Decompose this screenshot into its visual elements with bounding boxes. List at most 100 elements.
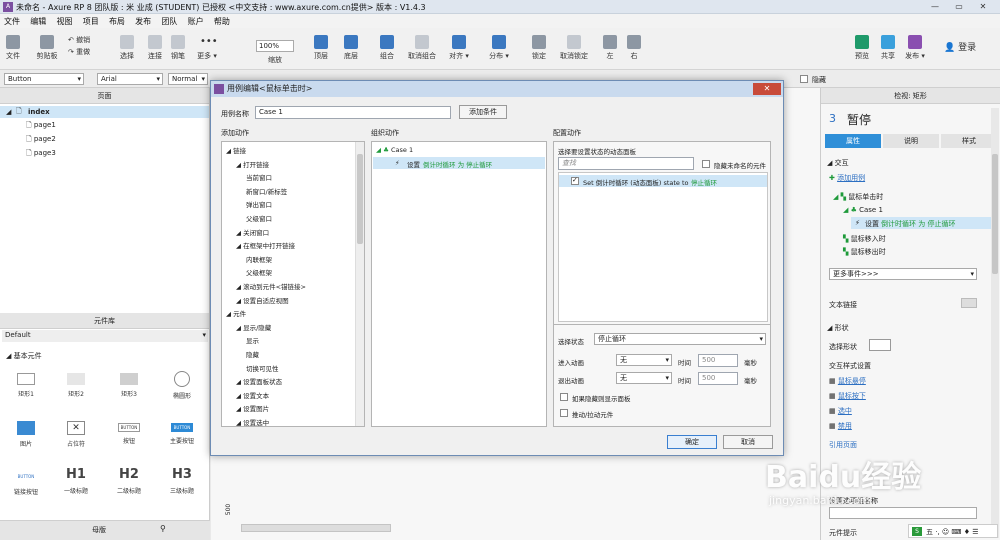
widget-image[interactable]: 图片 xyxy=(2,421,50,448)
widget-rect2[interactable]: 矩形2 xyxy=(52,373,100,398)
page-row-page2[interactable]: 🗋 page2 xyxy=(26,135,56,146)
event-click[interactable]: ◢ ▚ 鼠标单击时 xyxy=(833,192,883,202)
action-tree-item[interactable]: 当前窗口 xyxy=(246,172,272,182)
tab-properties[interactable]: 属性 xyxy=(825,134,881,148)
menu-publish[interactable]: 发布 xyxy=(131,14,155,27)
unlock-button[interactable]: 取消锁定 xyxy=(554,35,594,61)
action-tree-item[interactable]: 内联框架 xyxy=(246,254,272,264)
action-tree-item[interactable]: 新窗口/新标签 xyxy=(246,186,287,196)
align-button[interactable]: 对齐 ▾ xyxy=(444,35,474,61)
action-tree-item[interactable]: ◢ 设置选中 xyxy=(236,417,269,426)
action-tree-item[interactable]: ◢ 设置图片 xyxy=(236,403,269,413)
widget-link-button[interactable]: BUTTON 链接按钮 xyxy=(2,471,50,496)
action-tree-item[interactable]: 显示 xyxy=(246,335,259,345)
push-pull-checkbox[interactable] xyxy=(560,409,568,417)
pen-tool-button[interactable]: 钢笔 xyxy=(166,35,190,61)
close-window-button[interactable]: ✕ xyxy=(974,1,992,12)
menu-layout[interactable]: 布局 xyxy=(105,14,129,27)
library-select[interactable]: Default xyxy=(2,330,208,342)
menu-help[interactable]: 帮助 xyxy=(210,14,234,27)
menu-edit[interactable]: 编辑 xyxy=(26,14,50,27)
disabled-style-link[interactable]: ▦ 禁用 xyxy=(829,421,852,431)
dialog-close-button[interactable]: ✕ xyxy=(753,83,781,95)
action-tree-item[interactable]: 父级窗口 xyxy=(246,213,272,223)
widget-h1[interactable]: H1 一级标题 xyxy=(52,467,100,495)
menu-account[interactable]: 账户 xyxy=(184,14,208,27)
clipboard-button[interactable]: 剪贴板 xyxy=(30,35,64,61)
action-tree-item[interactable]: 父级框架 xyxy=(246,267,272,277)
hide-checkbox[interactable] xyxy=(800,75,808,83)
cancel-button[interactable]: 取消 xyxy=(723,435,773,449)
font-style-select[interactable]: Normal xyxy=(168,73,208,85)
preview-button[interactable]: 预览 xyxy=(850,35,874,61)
shape-picker[interactable] xyxy=(869,339,891,351)
widget-rect1[interactable]: 矩形1 xyxy=(2,373,50,398)
case-item[interactable]: ◢ ♣ Case 1 xyxy=(843,206,883,214)
show-if-hidden-checkbox[interactable] xyxy=(560,393,568,401)
action-tree-item[interactable]: ◢ 显示/隐藏 xyxy=(236,322,271,332)
group-button[interactable]: 组合 xyxy=(374,35,400,61)
send-to-bottom-button[interactable]: 底层 xyxy=(338,35,364,61)
reference-page-label[interactable]: 引用页面 xyxy=(829,440,857,450)
action-tree-item[interactable]: ◢ 在框架中打开链接 xyxy=(236,240,295,250)
organize-case-item[interactable]: ◢ ♣ Case 1 xyxy=(376,146,413,154)
panel-search-input[interactable]: 查找 xyxy=(558,157,694,170)
action-tree-item[interactable]: ◢ 滚动到元件<锚链接> xyxy=(236,281,306,291)
page-row-page3[interactable]: 🗋 page3 xyxy=(26,149,56,160)
page-row-index[interactable]: ◢ 🗋 index xyxy=(0,106,209,118)
action-tree-item[interactable]: ◢ 链接 xyxy=(226,145,246,155)
action-tree-item[interactable]: ◢ 关闭窗口 xyxy=(236,227,269,237)
widget-h3[interactable]: H3 三级标题 xyxy=(158,467,206,495)
tab-style[interactable]: 样式 xyxy=(941,134,997,148)
menu-team[interactable]: 团队 xyxy=(157,14,181,27)
hide-unnamed-checkbox[interactable] xyxy=(702,160,710,168)
action-tree-item[interactable]: ◢ 设置自适应视图 xyxy=(236,295,289,305)
redo-button[interactable]: ↷ 重做 xyxy=(68,47,100,57)
action-list-scrollbar[interactable] xyxy=(355,142,364,426)
panel-row[interactable]: Set 倒计时循环 (动态面板) state to 停止循环 xyxy=(559,175,767,187)
widget-type-select[interactable]: Button xyxy=(4,73,84,85)
action-tree-item[interactable]: ◢ 设置面板状态 xyxy=(236,376,282,386)
exit-anim-select[interactable]: 无 xyxy=(616,372,672,384)
page-row-page1[interactable]: 🗋 page1 xyxy=(26,121,56,132)
restore-button[interactable]: ▭ xyxy=(950,1,968,12)
menu-view[interactable]: 视图 xyxy=(52,14,76,27)
widget-button[interactable]: BUTTON 按钮 xyxy=(105,423,153,445)
widget-h2[interactable]: H2 二级标题 xyxy=(105,467,153,495)
right-button[interactable]: 右 xyxy=(624,35,644,61)
enter-anim-select[interactable]: 无 xyxy=(616,354,672,366)
action-tree-item[interactable]: 弹出窗口 xyxy=(246,199,272,209)
widget-placeholder[interactable]: ✕ 占位符 xyxy=(52,421,100,448)
ungroup-button[interactable]: 取消组合 xyxy=(402,35,442,61)
selected-style-link[interactable]: ▦ 选中 xyxy=(829,406,852,416)
hover-style-link[interactable]: ▦ 鼠标悬停 xyxy=(829,376,866,386)
menu-project[interactable]: 项目 xyxy=(79,14,103,27)
action-tree-item[interactable]: ◢ 打开链接 xyxy=(236,159,269,169)
distribute-button[interactable]: 分布 ▾ xyxy=(484,35,514,61)
exit-time-input[interactable]: 500 xyxy=(698,372,738,385)
font-family-select[interactable]: Arial xyxy=(97,73,163,85)
bring-to-top-button[interactable]: 顶层 xyxy=(308,35,334,61)
publish-button[interactable]: 发布 ▾ xyxy=(902,35,928,61)
pressed-style-link[interactable]: ▦ 鼠标按下 xyxy=(829,391,866,401)
file-button[interactable]: 文件 xyxy=(2,35,24,61)
add-case-link[interactable]: ✚ 添加用例 xyxy=(829,173,865,183)
inspector-action-row[interactable]: ⚡ 设置 倒计时循环 为 停止循环 xyxy=(851,217,997,229)
select-state-dropdown[interactable]: 停止循环 xyxy=(594,333,766,345)
login-button[interactable]: 👤 登录 xyxy=(944,40,984,53)
left-button[interactable]: 左 xyxy=(600,35,620,61)
panel-row-checkbox[interactable] xyxy=(571,176,579,185)
text-link-button[interactable] xyxy=(961,298,977,308)
widget-rect3[interactable]: 矩形3 xyxy=(105,373,153,398)
case-name-input[interactable]: Case 1 xyxy=(255,106,451,119)
widget-name[interactable]: 暂停 xyxy=(847,111,871,128)
select-tool-button[interactable]: 选择 xyxy=(112,35,142,61)
share-button[interactable]: 共享 xyxy=(876,35,900,61)
menu-file[interactable]: 文件 xyxy=(0,14,24,27)
undo-button[interactable]: ↶ 撤销 xyxy=(68,35,100,45)
tab-notes[interactable]: 说明 xyxy=(883,134,939,148)
event-mouse-leave[interactable]: ▚ 鼠标移出时 xyxy=(843,247,886,257)
widget-primary-button[interactable]: BUTTON 主要按钮 xyxy=(158,423,206,445)
action-tree-item[interactable]: ◢ 设置文本 xyxy=(236,390,269,400)
search-icon[interactable]: ⚲ xyxy=(160,524,166,533)
